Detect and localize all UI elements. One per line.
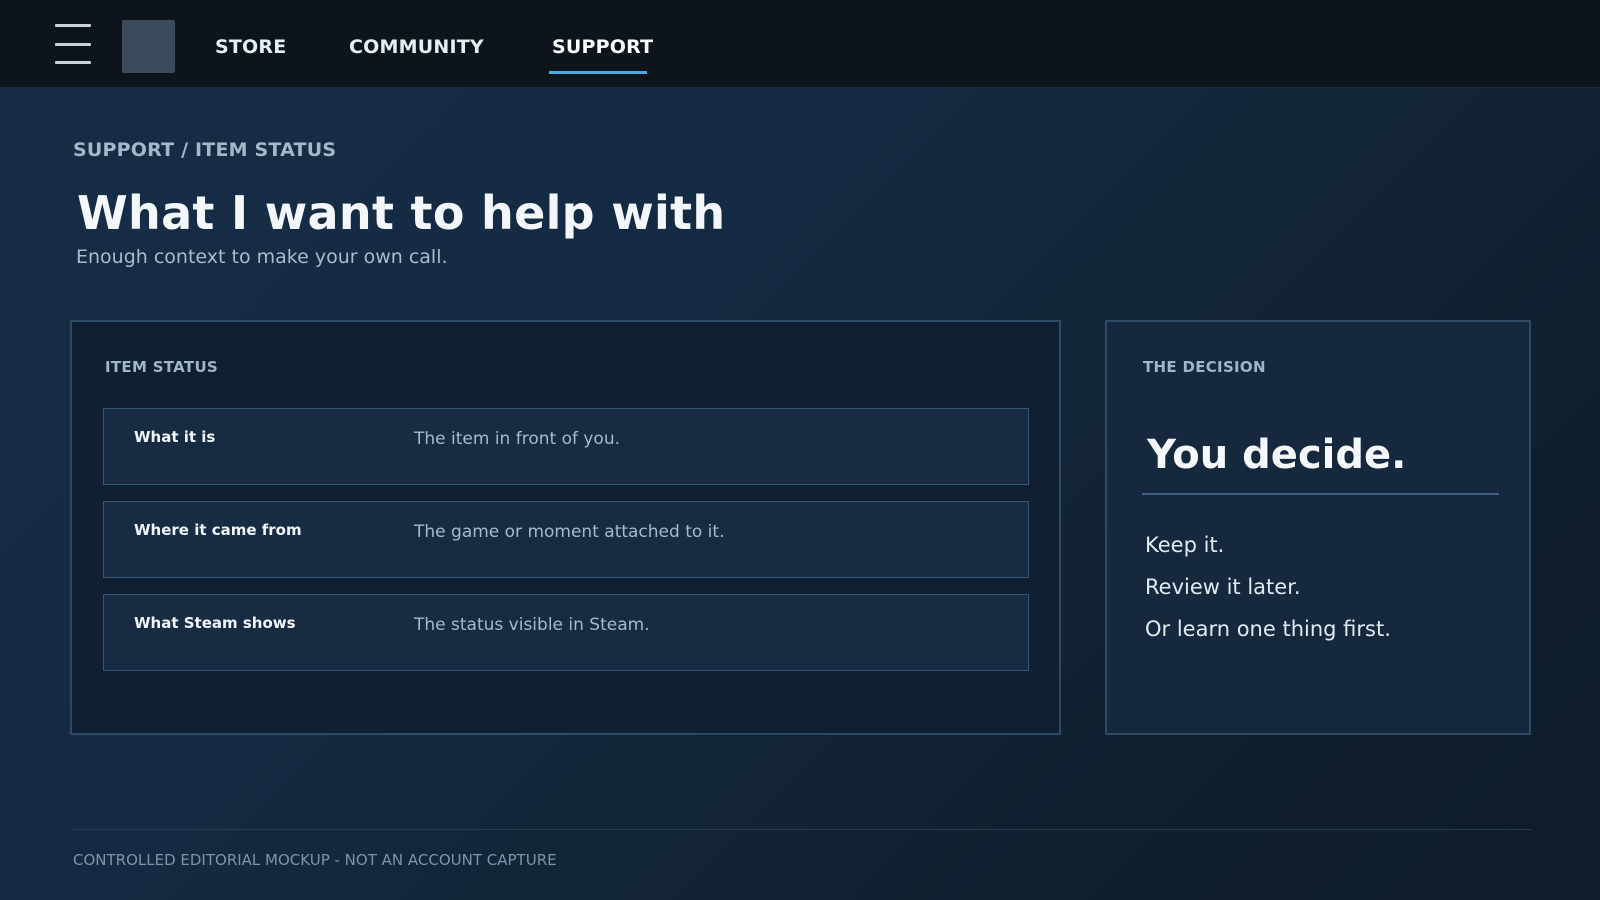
nav-item-support[interactable]: SUPPORT — [552, 36, 653, 58]
active-tab-indicator — [549, 71, 647, 74]
nav-item-community[interactable]: COMMUNITY — [349, 36, 484, 58]
decision-option-review: Review it later. — [1145, 575, 1301, 599]
decision-option-keep: Keep it. — [1145, 533, 1225, 557]
status-row-value: The status visible in Steam. — [414, 615, 650, 635]
footer-disclaimer: CONTROLLED EDITORIAL MOCKUP - NOT AN ACC… — [73, 851, 557, 869]
hamburger-line — [55, 43, 91, 46]
item-status-label: ITEM STATUS — [105, 358, 219, 376]
footer-divider — [70, 829, 1532, 830]
decision-divider — [1142, 493, 1499, 495]
page-subtitle: Enough context to make your own call. — [76, 246, 448, 268]
logo-icon[interactable] — [122, 20, 175, 73]
status-row-value: The item in front of you. — [414, 429, 621, 449]
status-row-key: What it is — [134, 428, 216, 446]
decision-option-learn: Or learn one thing first. — [1145, 617, 1391, 641]
status-row-key: What Steam shows — [134, 614, 296, 632]
page-title: What I want to help with — [77, 186, 726, 240]
status-row-key: Where it came from — [134, 521, 302, 539]
status-row-what-steam-shows: What Steam shows The status visible in S… — [103, 594, 1029, 671]
status-row-where-it-came-from: Where it came from The game or moment at… — [103, 501, 1029, 578]
item-status-card: ITEM STATUS What it is The item in front… — [70, 320, 1061, 735]
hamburger-menu-icon[interactable] — [55, 24, 91, 64]
top-navigation-bar: STORE COMMUNITY SUPPORT — [0, 0, 1600, 88]
decision-card: THE DECISION You decide. Keep it. Review… — [1105, 320, 1531, 735]
status-row-what-it-is: What it is The item in front of you. — [103, 408, 1029, 485]
breadcrumb: SUPPORT / ITEM STATUS — [73, 139, 337, 161]
status-row-value: The game or moment attached to it. — [414, 522, 725, 542]
nav-item-store[interactable]: STORE — [215, 36, 286, 58]
hamburger-line — [55, 61, 91, 64]
hamburger-line — [55, 24, 91, 27]
decision-label: THE DECISION — [1143, 358, 1266, 376]
decision-heading: You decide. — [1147, 432, 1407, 478]
